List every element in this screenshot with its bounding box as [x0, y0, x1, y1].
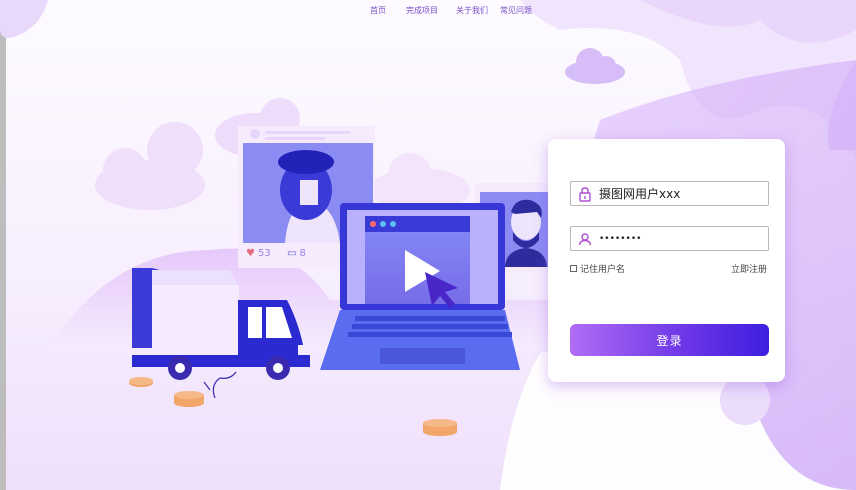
nav-item-home[interactable]: 首页 [370, 5, 386, 21]
remember-username[interactable]: 记住用户名 [570, 262, 625, 275]
lock-icon [571, 186, 599, 202]
coin-stack-1 [129, 377, 153, 387]
remember-checkbox[interactable] [570, 265, 577, 272]
like-count: ♥ 53 [246, 248, 271, 259]
username-input[interactable] [599, 186, 759, 201]
comment-icon: ▭ [287, 248, 297, 259]
top-nav: 首页 完成项目 关于我们 常见问题 [370, 5, 532, 21]
nav-item-about[interactable]: 关于我们 [456, 5, 488, 21]
bubble-right [720, 375, 770, 425]
remember-label: 记住用户名 [580, 265, 626, 275]
coin-stack-3 [423, 419, 457, 436]
cloud-right [565, 48, 625, 84]
corner-bubble [0, 0, 48, 38]
register-link[interactable]: 立即注册 [731, 262, 767, 275]
comment-count: ▭ 8 [287, 248, 306, 259]
cloud-left [95, 122, 205, 210]
plant-sprout [203, 371, 237, 399]
login-button[interactable]: 登录 [570, 324, 769, 356]
user-icon [571, 232, 599, 246]
username-field[interactable] [570, 181, 769, 206]
login-card: 记住用户名 立即注册 登录 [548, 139, 785, 382]
heart-icon: ♥ [246, 248, 255, 259]
nav-item-projects[interactable]: 完成项目 [406, 5, 438, 21]
coin-stack-2 [174, 391, 204, 407]
nav-item-faq[interactable]: 常见问题 [500, 5, 532, 21]
password-input[interactable] [599, 233, 759, 244]
password-field[interactable] [570, 226, 769, 251]
laptop [320, 203, 520, 370]
